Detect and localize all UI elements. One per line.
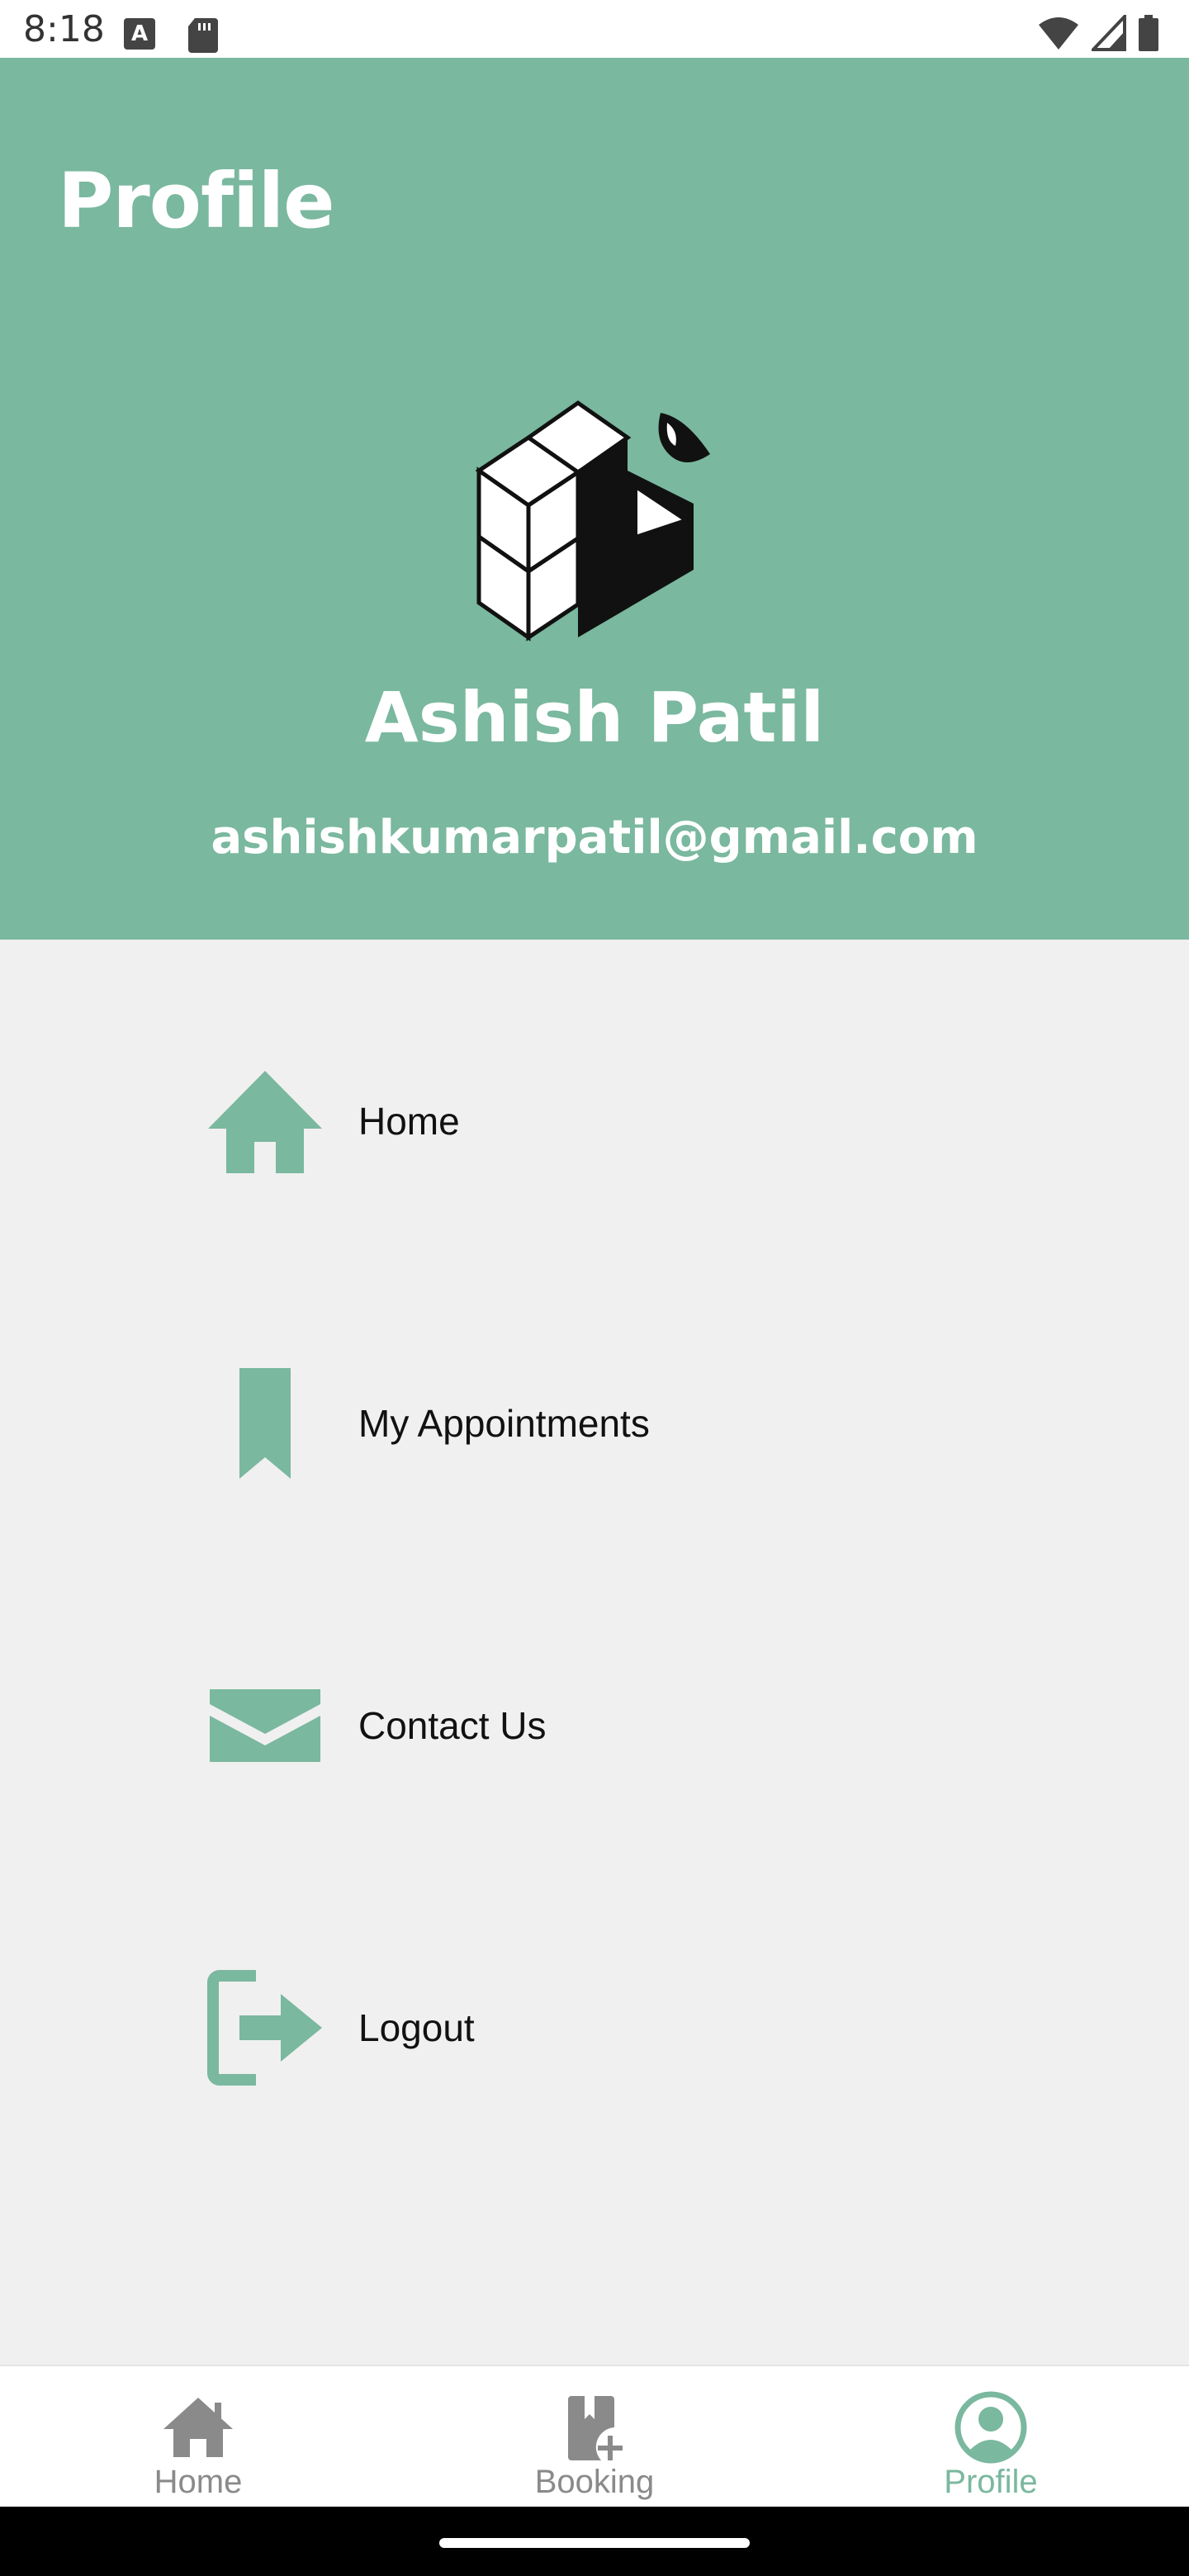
sd-card-icon bbox=[188, 18, 218, 53]
signal-icon bbox=[1092, 15, 1126, 51]
bottom-navigation: Home Booking Profile bbox=[0, 2365, 1189, 2508]
home-icon bbox=[206, 1063, 324, 1180]
menu-item-logout[interactable]: Logout bbox=[206, 1945, 950, 2110]
system-navigation-bar bbox=[0, 2507, 1189, 2576]
home-gesture-handle[interactable] bbox=[439, 2538, 750, 2548]
home-icon bbox=[163, 2398, 233, 2457]
nav-tab-label: Booking bbox=[534, 2464, 655, 2500]
profile-header: Profile Ashish Patil ashishkumarpatil@gm… bbox=[0, 58, 1189, 940]
nav-tab-label: Profile bbox=[944, 2464, 1038, 2500]
page-title: Profile bbox=[58, 157, 334, 245]
menu-item-home[interactable]: Home bbox=[206, 1039, 950, 1204]
cube-logo-icon bbox=[475, 400, 710, 642]
battery-icon bbox=[1139, 15, 1158, 51]
wifi-icon bbox=[1039, 17, 1078, 50]
status-time: 8:18 bbox=[23, 8, 105, 50]
text-notification-icon: A bbox=[124, 18, 155, 50]
user-name: Ashish Patil bbox=[364, 677, 825, 758]
menu-item-label: Logout bbox=[358, 2006, 475, 2049]
nav-tab-booking[interactable]: Booking bbox=[396, 2366, 793, 2508]
menu-item-label: Contact Us bbox=[358, 1704, 547, 1747]
nav-tab-label: Home bbox=[154, 2464, 243, 2500]
profile-icon bbox=[955, 2391, 1027, 2464]
status-bar: 8:18 A bbox=[0, 0, 1189, 58]
envelope-icon bbox=[206, 1667, 324, 1784]
booking-add-icon bbox=[568, 2396, 623, 2460]
nav-tab-profile[interactable]: Profile bbox=[793, 2366, 1189, 2508]
user-email: ashishkumarpatil@gmail.com bbox=[211, 811, 978, 864]
menu-item-contact-us[interactable]: Contact Us bbox=[206, 1643, 950, 1808]
logout-icon bbox=[206, 1969, 324, 2086]
bookmark-icon bbox=[206, 1365, 324, 1482]
menu-item-my-appointments[interactable]: My Appointments bbox=[206, 1341, 950, 1506]
menu-item-label: My Appointments bbox=[358, 1402, 650, 1445]
nav-tab-home[interactable]: Home bbox=[0, 2366, 396, 2508]
menu-item-label: Home bbox=[358, 1100, 460, 1143]
